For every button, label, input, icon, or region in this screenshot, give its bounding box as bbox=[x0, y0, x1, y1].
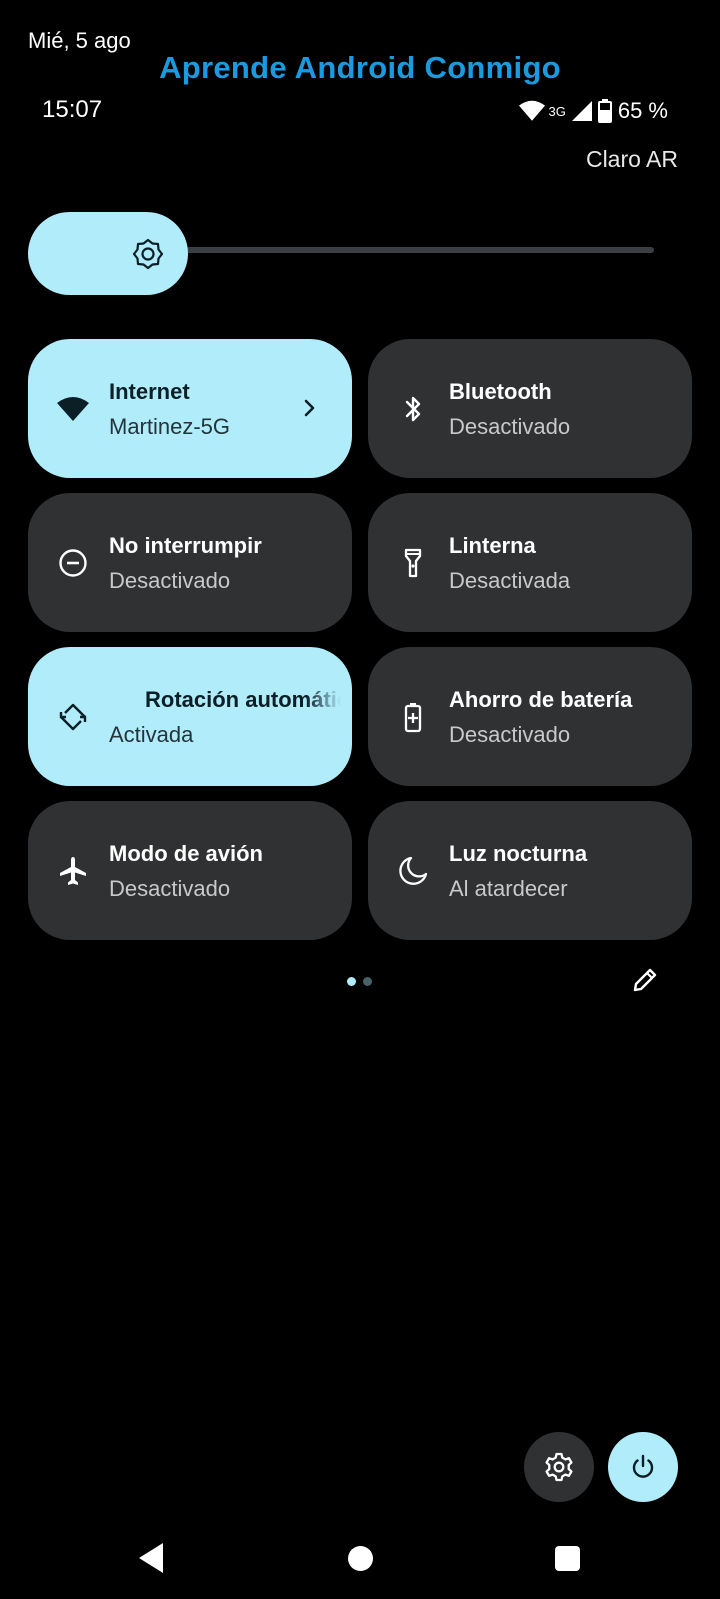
tile-title: Linterna bbox=[449, 533, 536, 558]
brightness-icon bbox=[132, 238, 164, 269]
tile-do-not-disturb[interactable]: No interrumpir Desactivado bbox=[28, 493, 352, 632]
tile-airplane-mode[interactable]: Modo de avión Desactivado bbox=[28, 801, 352, 940]
network-type: 3G bbox=[548, 103, 566, 119]
brightness-slider-track[interactable] bbox=[186, 247, 654, 253]
tile-subtitle: Activada bbox=[109, 722, 194, 747]
bluetooth-icon bbox=[405, 396, 421, 422]
airplane-icon bbox=[60, 857, 86, 885]
tile-subtitle: Desactivado bbox=[449, 722, 571, 747]
battery-icon bbox=[597, 99, 612, 123]
status-icons: 3G 65 % bbox=[518, 98, 668, 124]
back-nav-icon[interactable] bbox=[137, 1541, 165, 1575]
tile-internet[interactable]: Internet Martinez-5G bbox=[28, 339, 352, 478]
page-dot-active bbox=[347, 977, 356, 986]
settings-button[interactable] bbox=[524, 1432, 594, 1502]
battery-percent: 65 % bbox=[617, 98, 668, 123]
tile-subtitle: Desactivado bbox=[109, 876, 231, 901]
brightness-slider-thumb[interactable] bbox=[28, 212, 188, 295]
wifi-icon bbox=[57, 397, 89, 421]
wifi-status-icon bbox=[518, 100, 545, 121]
night-light-icon bbox=[399, 856, 428, 885]
battery-saver-icon bbox=[404, 703, 422, 733]
flashlight-icon bbox=[404, 548, 422, 578]
tile-title: Rotación automática bbox=[145, 687, 341, 712]
chevron-right-icon[interactable] bbox=[298, 395, 322, 421]
page-dot bbox=[363, 977, 372, 986]
clock: 15:07 bbox=[42, 96, 103, 123]
tile-subtitle: Desactivado bbox=[449, 414, 571, 439]
page-indicator bbox=[347, 977, 372, 986]
signal-icon bbox=[571, 101, 592, 121]
tile-title: Luz nocturna bbox=[449, 841, 588, 866]
watermark-text: Aprende Android Conmigo bbox=[159, 50, 561, 85]
tile-subtitle: Martinez-5G bbox=[109, 414, 231, 439]
tile-title-clip: Rotación automática bbox=[109, 687, 341, 713]
tile-title: Modo de avión bbox=[109, 841, 263, 866]
recents-nav-button[interactable] bbox=[555, 1546, 580, 1571]
power-icon bbox=[632, 1454, 654, 1478]
do-not-disturb-icon bbox=[59, 549, 87, 577]
tile-bluetooth[interactable]: Bluetooth Desactivado bbox=[368, 339, 692, 478]
auto-rotate-icon bbox=[59, 703, 87, 731]
tile-auto-rotate[interactable]: Rotación automática Activada bbox=[28, 647, 352, 786]
tile-title: Internet bbox=[109, 379, 190, 404]
home-nav-button[interactable] bbox=[348, 1546, 373, 1571]
tile-subtitle: Desactivada bbox=[449, 568, 571, 593]
carrier-label: Claro AR bbox=[585, 146, 678, 172]
edit-pencil-icon[interactable] bbox=[630, 965, 660, 995]
tile-night-light[interactable]: Luz nocturna Al atardecer bbox=[368, 801, 692, 940]
tile-subtitle: Desactivado bbox=[109, 568, 231, 593]
tile-battery-saver[interactable]: Ahorro de batería Desactivado bbox=[368, 647, 692, 786]
tile-title: No interrumpir bbox=[109, 533, 262, 558]
tile-flashlight[interactable]: Linterna Desactivada bbox=[368, 493, 692, 632]
power-button[interactable] bbox=[608, 1432, 678, 1502]
tile-title: Ahorro de batería bbox=[449, 687, 633, 712]
tile-subtitle: Al atardecer bbox=[449, 876, 568, 901]
gear-icon bbox=[545, 1452, 573, 1482]
tile-title: Bluetooth bbox=[449, 379, 552, 404]
